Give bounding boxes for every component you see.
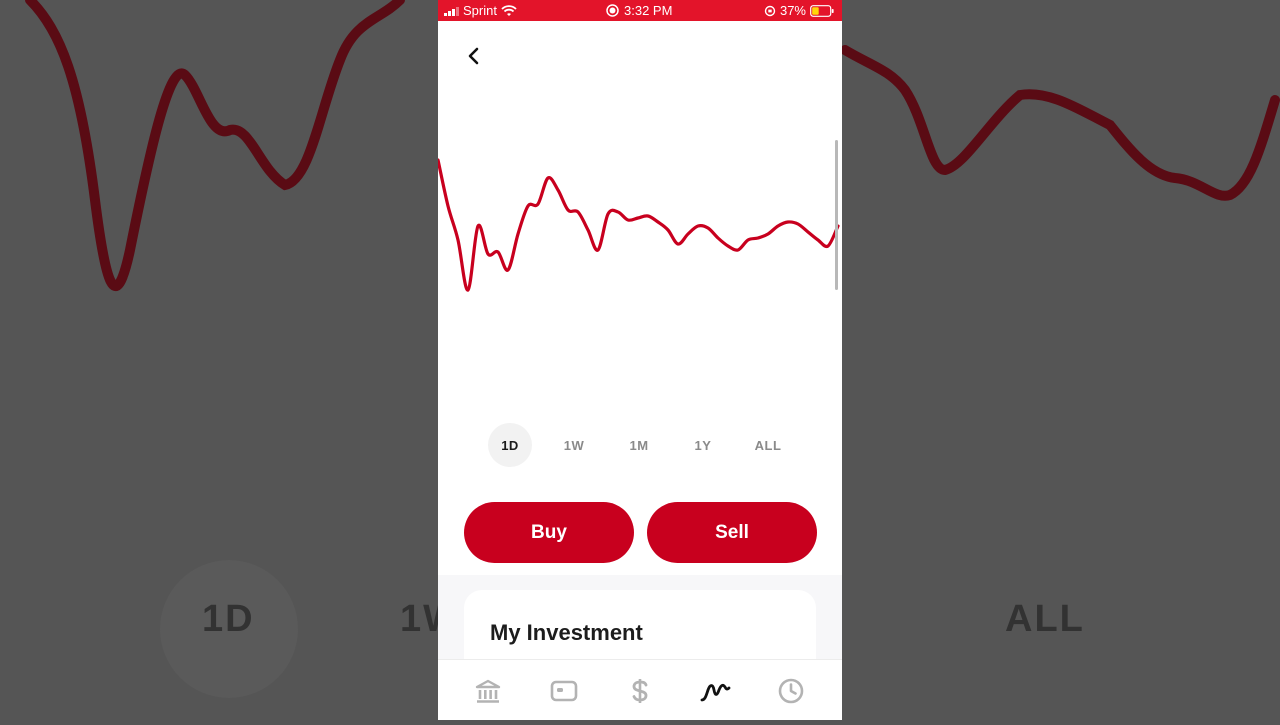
- timeframe-selector: 1D 1W 1M 1Y ALL: [488, 423, 798, 467]
- timeframe-1m[interactable]: 1M: [617, 423, 661, 467]
- background-line-left: [25, 0, 405, 292]
- dollar-icon[interactable]: [624, 676, 656, 706]
- background-line-right: [840, 45, 1280, 201]
- phone-screen: Sprint 3:32 PM 37% 1D 1W 1M 1Y ALL Buy S…: [438, 0, 842, 720]
- banking-icon[interactable]: [472, 676, 504, 706]
- timeframe-1d[interactable]: 1D: [488, 423, 532, 467]
- timeframe-all[interactable]: ALL: [746, 423, 790, 467]
- chart-series-line: [438, 158, 840, 292]
- background-timeframe-all: ALL: [1005, 598, 1085, 640]
- timeframe-1w[interactable]: 1W: [552, 423, 596, 467]
- tab-bar: [438, 659, 842, 720]
- timeframe-1y[interactable]: 1Y: [681, 423, 725, 467]
- investing-icon[interactable]: [699, 676, 731, 706]
- price-chart[interactable]: [438, 0, 842, 420]
- investment-card-title: My Investment: [490, 620, 643, 645]
- buy-button[interactable]: Buy: [464, 502, 634, 563]
- card-icon[interactable]: [548, 676, 580, 706]
- sell-button[interactable]: Sell: [647, 502, 817, 563]
- activity-icon[interactable]: [775, 676, 807, 706]
- scrollbar[interactable]: [835, 140, 838, 290]
- background-timeframe-1d: 1D: [202, 598, 255, 640]
